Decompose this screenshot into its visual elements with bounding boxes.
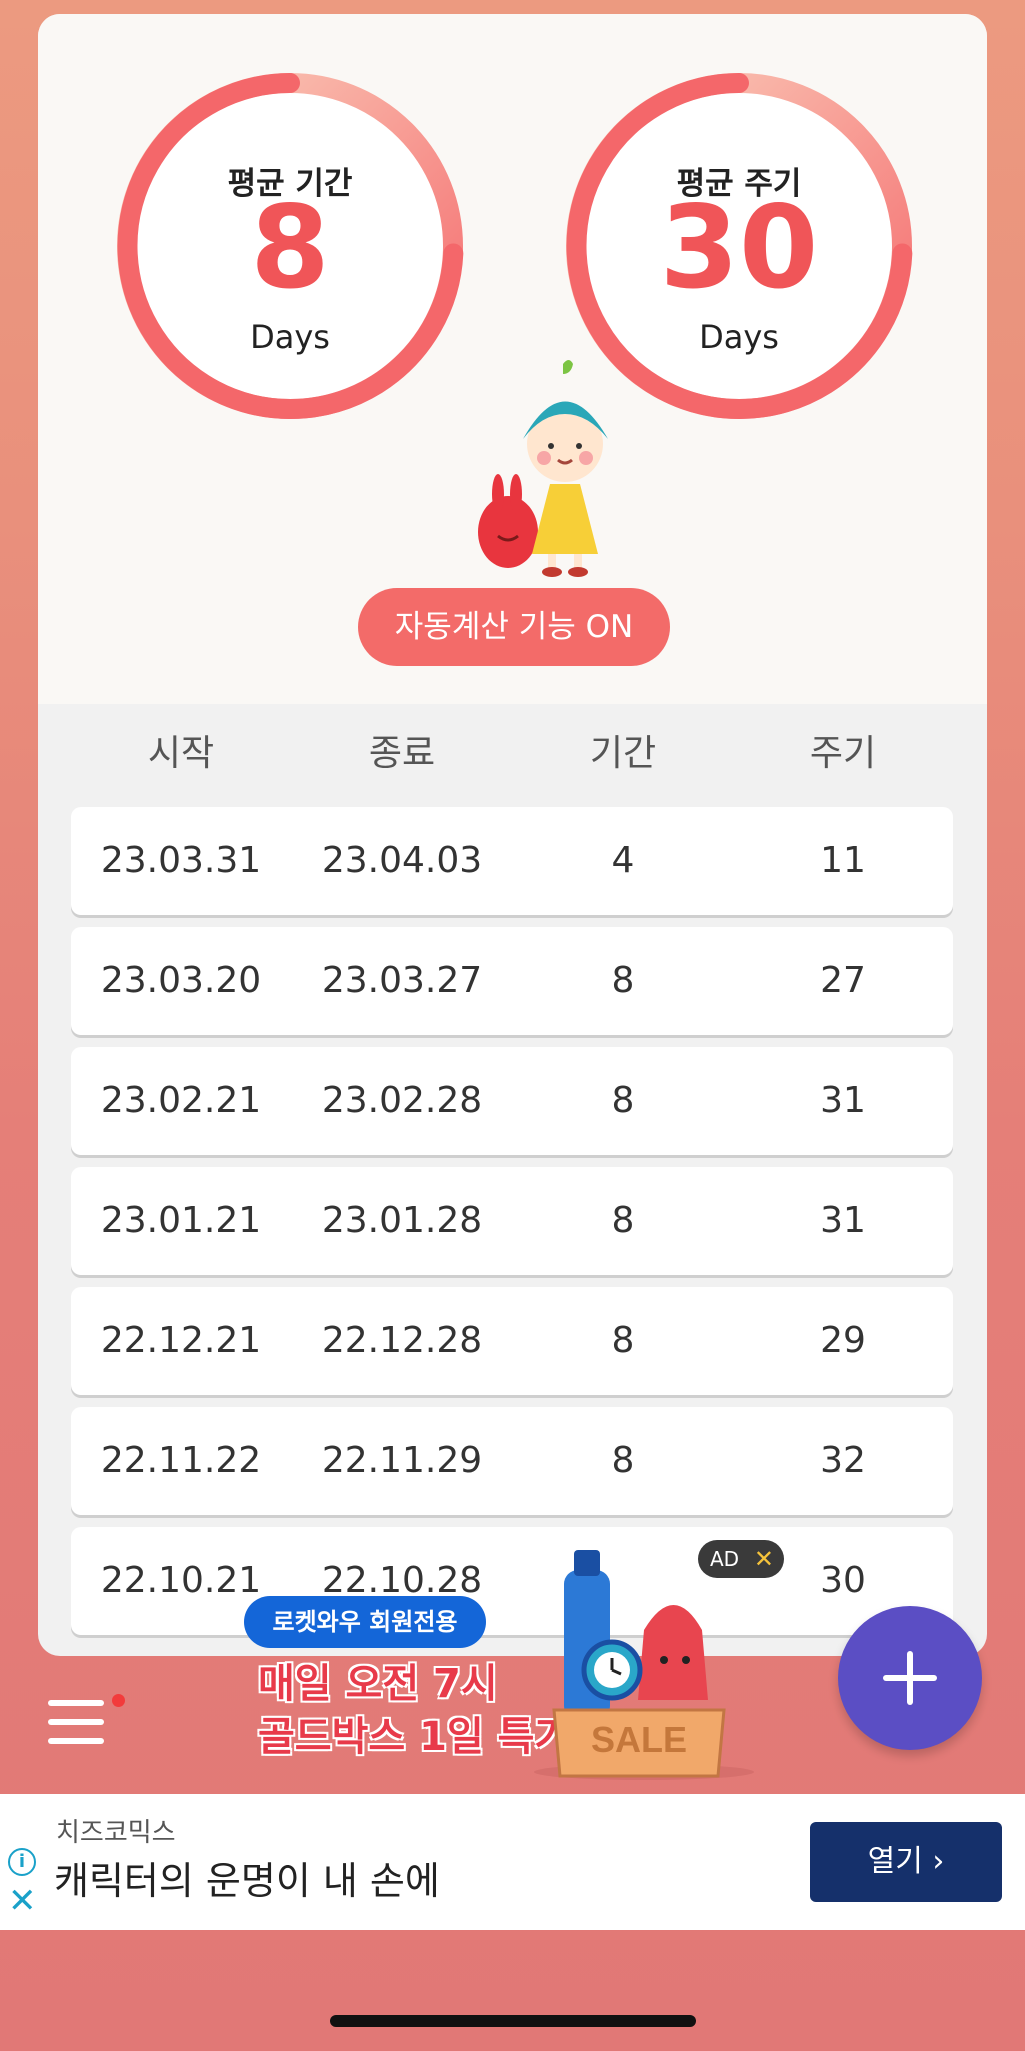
row-start: 23.02.21 bbox=[100, 1080, 262, 1121]
row-cycle: 11 bbox=[820, 840, 866, 881]
row-end: 23.04.03 bbox=[321, 840, 483, 881]
row-period: 8 bbox=[611, 1440, 635, 1481]
ad-tag-label: AD bbox=[710, 1547, 740, 1571]
chevron-right-icon: › bbox=[932, 1844, 945, 1879]
row-period: 4 bbox=[611, 840, 635, 881]
row-period: 8 bbox=[611, 1080, 635, 1121]
promo-headline-1: 매일 오전 7시 bbox=[258, 1661, 498, 1707]
hamburger-menu-icon[interactable] bbox=[48, 1700, 108, 1750]
header-period: 기간 bbox=[589, 733, 657, 774]
summary-panel: 평균 기간 8 Days 평균 주기 30 Days 자동계산 기능 ON bbox=[38, 14, 987, 704]
row-start: 23.01.21 bbox=[100, 1200, 262, 1241]
add-record-button[interactable] bbox=[838, 1606, 982, 1750]
close-icon[interactable]: ✕ bbox=[754, 1540, 774, 1578]
header-cycle: 주기 bbox=[809, 733, 877, 774]
row-start: 22.11.22 bbox=[100, 1440, 262, 1481]
row-cycle: 31 bbox=[820, 1200, 866, 1241]
avg-cycle-unit: Days bbox=[699, 318, 779, 356]
ad-tag[interactable]: AD ✕ bbox=[698, 1540, 784, 1578]
main-card: 평균 기간 8 Days 평균 주기 30 Days 자동계산 기능 ON 시작… bbox=[38, 14, 987, 1656]
row-end: 23.02.28 bbox=[321, 1080, 483, 1121]
row-cycle: 31 bbox=[820, 1080, 866, 1121]
avg-period-value: 8 bbox=[250, 181, 330, 314]
home-indicator[interactable] bbox=[330, 2015, 696, 2027]
row-cycle: 27 bbox=[820, 960, 866, 1001]
row-period: 8 bbox=[611, 1200, 635, 1241]
close-icon[interactable]: ✕ bbox=[8, 1884, 37, 1918]
ad-open-label: 열기 bbox=[867, 1844, 923, 1879]
ad-source: 치즈코믹스 bbox=[56, 1818, 176, 1848]
row-end: 22.11.29 bbox=[321, 1440, 483, 1481]
row-start: 22.12.21 bbox=[100, 1320, 262, 1361]
info-icon[interactable]: i bbox=[8, 1848, 36, 1876]
avg-period-ring: 평균 기간 8 Days bbox=[114, 70, 466, 422]
table-row[interactable]: 23.03.31 23.04.03 4 11 bbox=[71, 807, 953, 915]
avg-period-unit: Days bbox=[250, 318, 330, 356]
row-cycle: 32 bbox=[820, 1440, 866, 1481]
table-row[interactable]: 23.01.21 23.01.28 8 31 bbox=[71, 1167, 953, 1275]
row-end: 23.03.27 bbox=[321, 960, 483, 1001]
promo-pill: 로켓와우 회원전용 bbox=[244, 1596, 486, 1648]
ad-text: 캐릭터의 운명이 내 손에 bbox=[54, 1859, 440, 1903]
records-list: 23.03.31 23.04.03 4 11 23.03.20 23.03.27… bbox=[71, 807, 953, 1647]
row-period: 8 bbox=[611, 960, 635, 1001]
ad-open-button[interactable]: 열기 › bbox=[810, 1822, 1002, 1902]
row-start: 23.03.20 bbox=[100, 960, 262, 1001]
header-end: 종료 bbox=[368, 733, 436, 774]
table-row[interactable]: 22.12.21 22.12.28 8 29 bbox=[71, 1287, 953, 1395]
row-end: 23.01.28 bbox=[321, 1200, 483, 1241]
header-start: 시작 bbox=[147, 733, 215, 774]
table-row[interactable]: 23.03.20 23.03.27 8 27 bbox=[71, 927, 953, 1035]
table-row[interactable]: 22.11.22 22.11.29 8 32 bbox=[71, 1407, 953, 1515]
auto-calc-toggle-button[interactable]: 자동계산 기능 ON bbox=[358, 588, 670, 666]
table-row[interactable]: 23.02.21 23.02.28 8 31 bbox=[71, 1047, 953, 1155]
mascot-illustration bbox=[478, 360, 608, 577]
row-cycle: 29 bbox=[820, 1320, 866, 1361]
row-period: 8 bbox=[611, 1320, 635, 1361]
sale-label: SALE bbox=[591, 1719, 687, 1760]
row-start: 23.03.31 bbox=[100, 840, 262, 881]
row-end: 22.12.28 bbox=[321, 1320, 483, 1361]
ad-banner[interactable]: i ✕ 치즈코믹스 캐릭터의 운명이 내 손에 열기 › bbox=[0, 1794, 1025, 1930]
table-header: 시작 종료 기간 주기 bbox=[38, 714, 987, 794]
avg-cycle-value: 30 bbox=[659, 181, 819, 314]
notification-dot bbox=[112, 1694, 125, 1707]
